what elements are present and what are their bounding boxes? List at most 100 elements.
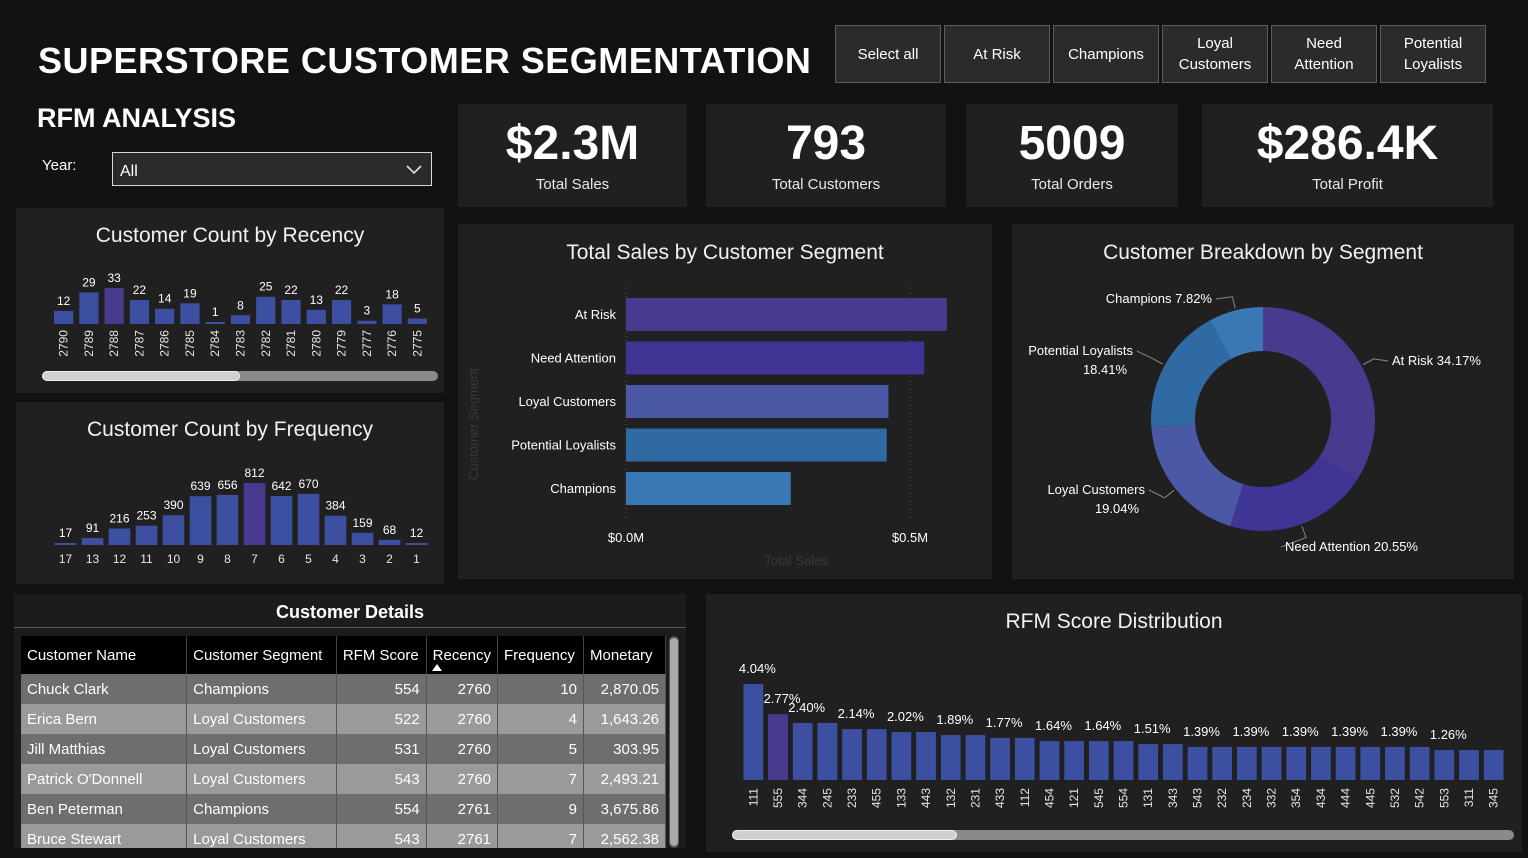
bar[interactable] — [155, 308, 175, 324]
table-row[interactable]: Bruce Stewart Loyal Customers 543 2761 7 2,56… — [21, 824, 666, 848]
bar[interactable] — [216, 494, 239, 545]
bar[interactable] — [626, 298, 947, 331]
rfm-scrollbar-thumb[interactable] — [732, 830, 957, 840]
bar[interactable] — [162, 515, 185, 545]
slicer-champions[interactable]: Champions — [1053, 25, 1159, 83]
slicer-loyal-customers[interactable]: Loyal Customers — [1162, 25, 1268, 83]
tick-label: 12 — [113, 552, 127, 566]
bar[interactable] — [965, 735, 986, 780]
bar[interactable] — [281, 300, 301, 324]
bar[interactable] — [1162, 744, 1183, 780]
data-label: 1.77% — [986, 715, 1023, 730]
table-row[interactable]: Jill Matthias Loyal Customers 531 2760 5 303.… — [21, 734, 666, 764]
slicer-potential-loyalists[interactable]: Potential Loyalists — [1380, 25, 1486, 83]
bar[interactable] — [1237, 746, 1257, 780]
data-label: 656 — [217, 478, 237, 492]
col-rfm-score[interactable]: RFM Score — [336, 636, 427, 674]
bar[interactable] — [842, 729, 862, 780]
data-label: 22 — [335, 283, 349, 297]
bar[interactable] — [891, 732, 912, 780]
bar[interactable] — [1113, 741, 1134, 780]
bar[interactable] — [1261, 746, 1282, 780]
bar[interactable] — [940, 735, 961, 780]
bar[interactable] — [81, 538, 104, 545]
bar[interactable] — [1138, 744, 1159, 780]
bar[interactable] — [189, 496, 212, 545]
bar[interactable] — [331, 300, 352, 324]
bar[interactable] — [1311, 746, 1331, 780]
bar[interactable] — [357, 320, 377, 324]
rfm-scrollbar[interactable] — [732, 830, 1514, 840]
bar[interactable] — [407, 318, 427, 324]
details-scrollbar[interactable] — [669, 636, 679, 848]
bar[interactable] — [792, 722, 813, 780]
table-row[interactable]: Chuck Clark Champions 554 2760 10 2,870.05 — [21, 674, 666, 704]
bar[interactable] — [405, 543, 428, 545]
bar[interactable] — [1335, 746, 1356, 780]
bar[interactable] — [1064, 741, 1085, 780]
bar[interactable] — [378, 539, 401, 545]
year-dropdown[interactable]: All — [112, 152, 432, 186]
bar[interactable] — [626, 341, 925, 375]
bar[interactable] — [382, 304, 402, 324]
bar[interactable] — [626, 472, 791, 505]
bar[interactable] — [1286, 746, 1307, 780]
slicer-at-risk[interactable]: At Risk — [944, 25, 1050, 83]
table-row[interactable]: Patrick O'Donnell Loyal Customers 543 2760 7… — [21, 764, 666, 794]
bar[interactable] — [108, 528, 131, 545]
bar[interactable] — [256, 296, 276, 324]
bar[interactable] — [54, 543, 77, 545]
bar[interactable] — [1039, 741, 1060, 780]
bar[interactable] — [916, 732, 936, 780]
bar[interactable] — [626, 385, 889, 418]
col-frequency[interactable]: Frequency — [497, 636, 584, 674]
bar[interactable] — [270, 495, 293, 545]
recency-scrollbar[interactable] — [42, 371, 438, 381]
donut-slice[interactable] — [1151, 424, 1244, 527]
bar[interactable] — [1434, 750, 1455, 780]
bar[interactable] — [1409, 746, 1430, 780]
bar[interactable] — [1088, 741, 1109, 780]
bar[interactable] — [180, 303, 200, 324]
bar[interactable] — [1187, 746, 1208, 780]
table-row[interactable]: Ben Peterman Champions 554 2761 9 3,675.86 — [21, 794, 666, 824]
bar[interactable] — [1483, 750, 1504, 780]
bar[interactable] — [1385, 746, 1405, 780]
bar[interactable] — [324, 515, 347, 545]
col-monetary[interactable]: Monetary — [583, 636, 666, 674]
bar[interactable] — [297, 493, 320, 545]
bar[interactable] — [1212, 746, 1233, 780]
slicer-need-attention[interactable]: Need Attention — [1271, 25, 1377, 83]
bar[interactable] — [306, 309, 326, 324]
bar[interactable] — [54, 310, 74, 324]
bar[interactable] — [1360, 746, 1381, 780]
bar[interactable] — [135, 525, 158, 545]
recency-scrollbar-thumb[interactable] — [42, 371, 240, 381]
bar[interactable] — [243, 483, 266, 545]
col-recency[interactable]: Recency — [426, 636, 499, 674]
bar[interactable] — [768, 714, 788, 780]
col-customer-name[interactable]: Customer Name — [21, 636, 188, 674]
slicer-select-all[interactable]: Select all — [835, 25, 941, 83]
table-row[interactable]: Erica Bern Loyal Customers 522 2760 4 1,643.2… — [21, 704, 666, 734]
bar[interactable] — [743, 684, 764, 780]
bar[interactable] — [990, 737, 1010, 780]
bar[interactable] — [104, 288, 124, 324]
tick-label: 2786 — [158, 330, 172, 357]
details-scrollbar-thumb[interactable] — [670, 638, 678, 846]
bar[interactable] — [866, 729, 887, 780]
bar[interactable] — [129, 300, 150, 324]
bar[interactable] — [1014, 737, 1035, 780]
bar[interactable] — [351, 532, 374, 545]
tick-label: 231 — [968, 788, 982, 808]
bar[interactable] — [817, 722, 838, 780]
bar[interactable] — [79, 292, 99, 324]
donut-slice[interactable] — [1263, 307, 1375, 481]
bar[interactable] — [205, 322, 225, 324]
bar[interactable] — [230, 315, 251, 324]
tick-label: 111 — [746, 788, 760, 807]
cell-segment: Champions — [186, 674, 337, 704]
bar[interactable] — [1459, 750, 1479, 780]
bar[interactable] — [626, 428, 887, 462]
col-customer-segment[interactable]: Customer Segment — [186, 636, 337, 674]
